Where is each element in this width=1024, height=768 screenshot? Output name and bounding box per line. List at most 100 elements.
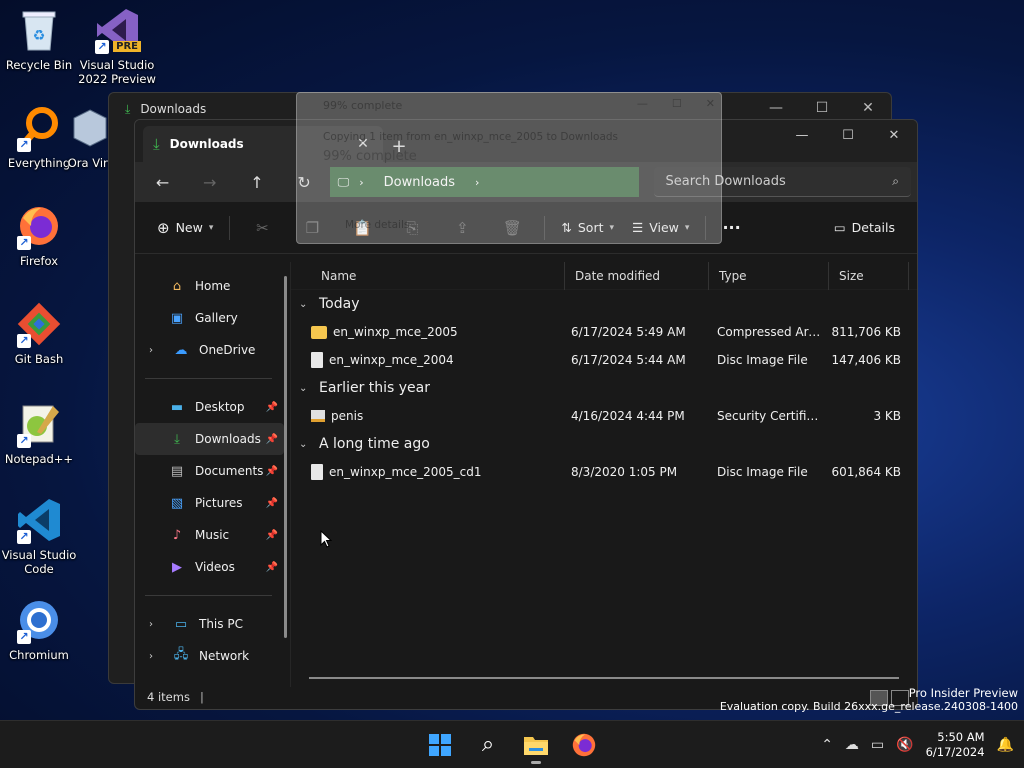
file-type: Disc Image File — [717, 465, 808, 479]
home-icon: ⌂ — [172, 278, 182, 294]
sidebar-item-label: Music — [195, 528, 230, 542]
arrow-right-icon: → — [203, 172, 217, 192]
progress-copy-text: Copying 1 item from en_winxp_mce_2005 to… — [323, 131, 619, 143]
file-row[interactable]: en_winxp_mce_2005 6/17/2024 5:49 AM Comp… — [291, 318, 917, 346]
new-button[interactable]: ⊕ New ▾ — [149, 210, 221, 246]
sidebar-item-music[interactable]: ♪ Music 📌 — [135, 519, 284, 551]
desktop-icon-recycle-bin[interactable]: ♻ Recycle Bin — [0, 6, 78, 72]
desktop-icon-vscode[interactable]: ↗ Visual Studio Code — [0, 496, 78, 576]
pin-icon: 📌 — [265, 497, 278, 509]
scissors-icon: ✂ — [256, 218, 269, 237]
back-button[interactable]: ← — [141, 166, 184, 198]
desktop-icon-notepadpp[interactable]: ↗ Notepad++ — [0, 400, 78, 466]
pin-icon: 📌 — [265, 529, 278, 541]
chevron-down-icon: ⌄ — [299, 438, 308, 450]
maximize-button[interactable]: ☐ — [825, 120, 871, 150]
column-header-size[interactable]: Size — [829, 261, 909, 290]
sidebar-item-pictures[interactable]: ▧ Pictures 📌 — [135, 487, 284, 519]
details-pane-button[interactable]: ▭ Details — [826, 210, 903, 246]
group-label: Earlier this year — [319, 380, 431, 396]
file-name: en_winxp_mce_2005_cd1 — [329, 465, 482, 479]
minimize-button[interactable]: — — [779, 120, 825, 150]
volume-muted-icon[interactable]: 🔇 — [896, 737, 913, 753]
shortcut-arrow-icon: ↗ — [17, 630, 31, 644]
file-type: Compressed Archi... — [717, 325, 823, 339]
desktop-icon-visual-studio[interactable]: PRE ↗ Visual Studio 2022 Preview — [78, 6, 156, 86]
git-bash-icon: ↗ — [15, 300, 63, 348]
file-name-cell: en_winxp_mce_2005_cd1 — [291, 464, 561, 480]
sidebar-item-this-pc[interactable]: › ▭ This PC — [135, 608, 284, 640]
chromium-icon: ↗ — [15, 596, 63, 644]
column-header-date[interactable]: Date modified — [565, 261, 709, 290]
more-details-button[interactable]: More details — [345, 219, 409, 231]
display-icon[interactable]: ▭ — [871, 737, 884, 753]
chevron-right-icon[interactable]: › — [149, 651, 163, 662]
clock[interactable]: 5:50 AM 6/17/2024 — [926, 730, 985, 760]
sidebar-item-gallery[interactable]: ▣ Gallery — [135, 302, 284, 334]
progress-title: 99% complete — [323, 99, 403, 112]
desktop-icon-chromium[interactable]: ↗ Chromium — [0, 596, 78, 662]
divider — [229, 215, 231, 240]
chevron-right-icon[interactable]: › — [149, 345, 163, 356]
firefox-icon: ↗ — [15, 202, 63, 250]
cloud-icon: ☁ — [174, 342, 188, 358]
up-button[interactable]: ↑ — [235, 166, 278, 198]
sidebar-scrollbar[interactable] — [284, 276, 287, 638]
chevron-right-icon[interactable]: › — [149, 619, 163, 630]
file-type: Disc Image File — [717, 353, 808, 367]
desktop-icon-firefox[interactable]: ↗ Firefox — [0, 202, 78, 268]
minimize-icon[interactable]: — — [637, 97, 648, 110]
desktop-icon-label: Visual Studio 2022 Preview — [78, 58, 156, 86]
taskbar: ⌕ ⌃ ☁ ▭ 🔇 5:50 AM 6/17/2024 🔔 — [0, 720, 1024, 768]
file-type: Security Certificate — [717, 409, 823, 423]
firefox-taskbar-button[interactable] — [564, 725, 604, 765]
desktop-icon-label: Notepad++ — [4, 452, 74, 466]
network-disconnected-icon[interactable]: ☁ — [845, 737, 859, 753]
pin-icon: 📌 — [265, 561, 278, 573]
sidebar-item-network[interactable]: › 🖧 Network — [135, 640, 284, 672]
sidebar-item-label: Gallery — [195, 311, 238, 325]
file-row[interactable]: en_winxp_mce_2004 6/17/2024 5:44 AM Disc… — [291, 346, 917, 374]
horizontal-scrollbar[interactable] — [309, 677, 899, 679]
sidebar-item-desktop[interactable]: ▬ Desktop 📌 — [135, 391, 284, 423]
progress-window-controls: — ☐ ✕ — [637, 97, 715, 110]
notification-bell-icon[interactable]: 🔔 — [997, 737, 1014, 753]
vscode-icon: ↗ — [15, 496, 63, 544]
column-header-name[interactable]: Name — [291, 261, 565, 290]
file-list: Name Date modified Type Size ⌄ Today en_… — [291, 261, 917, 687]
forward-button[interactable]: → — [188, 166, 231, 198]
sidebar-item-videos[interactable]: ▶ Videos 📌 — [135, 551, 284, 583]
file-date: 6/17/2024 5:49 AM — [571, 325, 686, 339]
file-explorer-taskbar-button[interactable] — [516, 725, 556, 765]
close-button[interactable]: ✕ — [871, 120, 917, 150]
desktop-icon-git-bash[interactable]: ↗ Git Bash — [0, 300, 78, 366]
sidebar-item-documents[interactable]: ▤ Documents 📌 — [135, 455, 284, 487]
file-row[interactable]: penis 4/16/2024 4:44 PM Security Certifi… — [291, 402, 917, 430]
sidebar-item-onedrive[interactable]: › ☁ OneDrive — [135, 334, 284, 366]
search-icon: ⌕ — [481, 732, 495, 757]
gallery-icon: ▣ — [170, 310, 184, 326]
desktop-icon-label: Git Bash — [14, 352, 64, 366]
copy-progress-dialog[interactable]: 99% complete — ☐ ✕ Copying 1 item from e… — [296, 92, 722, 244]
disc-image-icon — [311, 464, 323, 480]
group-header-earlier-this-year[interactable]: ⌄ Earlier this year — [291, 374, 917, 402]
network-icon: 🖧 — [173, 647, 189, 662]
sidebar-item-downloads[interactable]: ⤓ Downloads 📌 — [135, 423, 284, 455]
group-header-today[interactable]: ⌄ Today — [291, 290, 917, 318]
file-date: 8/3/2020 1:05 PM — [571, 465, 678, 479]
close-icon[interactable]: ✕ — [706, 97, 715, 110]
search-taskbar-button[interactable]: ⌕ — [468, 725, 508, 765]
file-row[interactable]: en_winxp_mce_2005_cd1 8/3/2020 1:05 PM D… — [291, 458, 917, 486]
group-header-a-long-time-ago[interactable]: ⌄ A long time ago — [291, 430, 917, 458]
chevron-up-icon[interactable]: ⌃ — [821, 737, 833, 753]
disc-image-icon — [311, 352, 323, 368]
search-icon: ⌕ — [892, 174, 899, 188]
maximize-icon[interactable]: ☐ — [672, 97, 682, 110]
file-name-cell: en_winxp_mce_2004 — [291, 352, 561, 368]
column-header-type[interactable]: Type — [709, 261, 829, 290]
start-button[interactable] — [420, 725, 460, 765]
progress-percent: 99% complete — [323, 149, 417, 164]
cut-button[interactable]: ✂ — [238, 210, 286, 246]
sidebar-item-label: This PC — [199, 617, 243, 631]
sidebar-item-home[interactable]: ⌂ Home — [135, 270, 284, 302]
